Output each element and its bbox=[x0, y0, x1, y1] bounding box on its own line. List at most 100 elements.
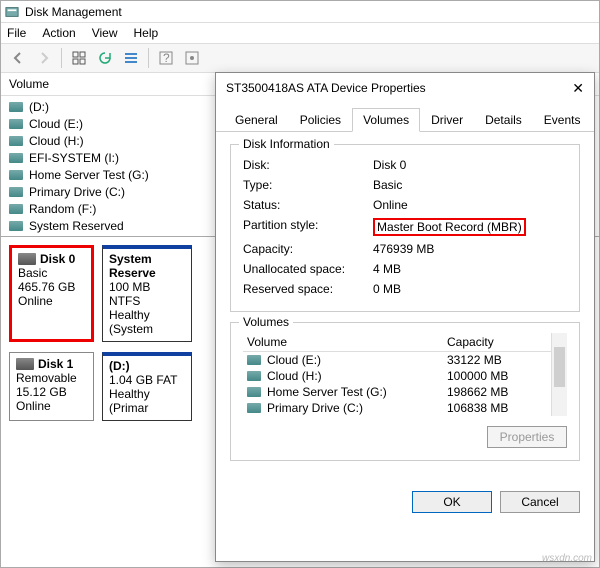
toolbar: ? bbox=[1, 43, 599, 73]
capacity-key: Capacity: bbox=[243, 242, 373, 256]
tab-events[interactable]: Events bbox=[533, 108, 592, 132]
volume-icon bbox=[9, 170, 23, 180]
unallocated-key: Unallocated space: bbox=[243, 262, 373, 276]
partition-size: 100 MB NTFS bbox=[109, 280, 150, 308]
ok-button[interactable]: OK bbox=[412, 491, 492, 513]
disk-status: Online bbox=[16, 399, 87, 413]
vol-name: Cloud (E:) bbox=[267, 353, 321, 367]
volume-icon bbox=[9, 153, 23, 163]
watermark: wsxdn.com bbox=[542, 553, 592, 564]
volume-icon bbox=[247, 355, 261, 365]
vol-cap: 100000 MB bbox=[447, 369, 547, 383]
app-icon bbox=[5, 5, 19, 19]
tab-policies[interactable]: Policies bbox=[289, 108, 352, 132]
tab-driver[interactable]: Driver bbox=[420, 108, 474, 132]
device-properties-dialog: ST3500418AS ATA Device Properties ✕ Gene… bbox=[215, 72, 595, 562]
toolbar-settings-icon[interactable] bbox=[181, 47, 203, 69]
status-value: Online bbox=[373, 198, 408, 212]
disk-type: Removable bbox=[16, 371, 87, 385]
tab-general[interactable]: General bbox=[224, 108, 289, 132]
volume-icon bbox=[9, 187, 23, 197]
menu-file[interactable]: File bbox=[7, 26, 26, 40]
tab-details[interactable]: Details bbox=[474, 108, 533, 132]
type-value: Basic bbox=[373, 178, 402, 192]
reserved-value: 0 MB bbox=[373, 282, 401, 296]
toolbar-grid-icon[interactable] bbox=[68, 47, 90, 69]
properties-button: Properties bbox=[487, 426, 567, 448]
capacity-column[interactable]: Capacity bbox=[447, 335, 547, 349]
cancel-button[interactable]: Cancel bbox=[500, 491, 580, 513]
volume-table-row[interactable]: Cloud (E:)33122 MB bbox=[243, 352, 551, 368]
volume-label: (D:) bbox=[29, 100, 49, 114]
vol-name: Primary Drive (C:) bbox=[267, 401, 363, 415]
volume-icon bbox=[9, 119, 23, 129]
disk-value: Disk 0 bbox=[373, 158, 406, 172]
menu-help[interactable]: Help bbox=[134, 26, 159, 40]
title-bar: Disk Management bbox=[1, 1, 599, 23]
volume-label: Primary Drive (C:) bbox=[29, 185, 125, 199]
partition-title: System Reserve bbox=[109, 252, 156, 280]
partition[interactable]: (D:) 1.04 GB FAT Healthy (Primar bbox=[102, 352, 192, 421]
menu-view[interactable]: View bbox=[92, 26, 118, 40]
volume-icon bbox=[9, 102, 23, 112]
volume-table-row[interactable]: Primary Drive (C:) 106838 MB bbox=[243, 400, 551, 416]
volume-icon bbox=[247, 371, 261, 381]
back-button[interactable] bbox=[7, 47, 29, 69]
disk-information-group: Disk Information Disk:Disk 0 Type:Basic … bbox=[230, 144, 580, 312]
svg-text:?: ? bbox=[163, 51, 170, 65]
partition-status: Healthy (Primar bbox=[109, 387, 150, 415]
volume-label: Cloud (H:) bbox=[29, 134, 84, 148]
partition-style-value: Master Boot Record (MBR) bbox=[373, 218, 526, 236]
disk-1-label[interactable]: Disk 1 Removable 15.12 GB Online bbox=[9, 352, 94, 421]
volume-icon bbox=[9, 221, 23, 231]
disk-type: Basic bbox=[18, 266, 85, 280]
volume-label: Cloud (E:) bbox=[29, 117, 83, 131]
menu-action[interactable]: Action bbox=[42, 26, 75, 40]
disk-name: Disk 0 bbox=[40, 252, 75, 266]
partition[interactable]: System Reserve 100 MB NTFS Healthy (Syst… bbox=[102, 245, 192, 342]
disk-key: Disk: bbox=[243, 158, 373, 172]
window-title: Disk Management bbox=[25, 5, 122, 19]
disk-size: 15.12 GB bbox=[16, 385, 87, 399]
disk-status: Online bbox=[18, 294, 85, 308]
volume-icon bbox=[9, 136, 23, 146]
tab-strip: General Policies Volumes Driver Details … bbox=[216, 107, 594, 132]
tab-content: Disk Information Disk:Disk 0 Type:Basic … bbox=[216, 132, 594, 483]
disk-name: Disk 1 bbox=[38, 357, 73, 371]
group-title: Disk Information bbox=[239, 137, 334, 151]
forward-button[interactable] bbox=[33, 47, 55, 69]
capacity-value: 476939 MB bbox=[373, 242, 434, 256]
volume-icon bbox=[9, 204, 23, 214]
volume-column[interactable]: Volume bbox=[247, 335, 447, 349]
type-key: Type: bbox=[243, 178, 373, 192]
volume-label: Home Server Test (G:) bbox=[29, 168, 149, 182]
disk-0-label[interactable]: Disk 0 Basic 465.76 GB Online bbox=[9, 245, 94, 342]
toolbar-list-icon[interactable] bbox=[120, 47, 142, 69]
volumes-table-header: Volume Capacity bbox=[243, 333, 551, 352]
volume-label: System Reserved bbox=[29, 219, 124, 233]
refresh-button[interactable] bbox=[94, 47, 116, 69]
menu-bar: File Action View Help bbox=[1, 23, 599, 43]
vol-cap: 106838 MB bbox=[447, 401, 547, 415]
toolbar-help-icon[interactable]: ? bbox=[155, 47, 177, 69]
volume-table-row[interactable]: Cloud (H:) 100000 MB bbox=[243, 368, 551, 384]
group-title: Volumes bbox=[239, 315, 293, 329]
disk-icon bbox=[18, 253, 36, 265]
tab-volumes[interactable]: Volumes bbox=[352, 108, 420, 132]
status-key: Status: bbox=[243, 198, 373, 212]
vol-name: Home Server Test (G:) bbox=[267, 385, 387, 399]
volume-icon bbox=[247, 387, 261, 397]
close-button[interactable]: ✕ bbox=[572, 80, 584, 97]
scrollbar[interactable] bbox=[551, 333, 567, 416]
vol-cap: 198662 MB bbox=[447, 385, 547, 399]
dialog-buttons: OK Cancel bbox=[216, 483, 594, 521]
partition-size: 1.04 GB FAT bbox=[109, 373, 177, 387]
partition-style-key: Partition style: bbox=[243, 218, 373, 236]
volume-table-row[interactable]: Home Server Test (G:) 198662 MB bbox=[243, 384, 551, 400]
dialog-title: ST3500418AS ATA Device Properties bbox=[226, 81, 426, 95]
vol-name: Cloud (H:) bbox=[267, 369, 322, 383]
reserved-key: Reserved space: bbox=[243, 282, 373, 296]
partition-status: Healthy (System bbox=[109, 308, 153, 336]
dialog-title-bar: ST3500418AS ATA Device Properties ✕ bbox=[216, 73, 594, 103]
scrollbar-thumb[interactable] bbox=[554, 347, 565, 387]
